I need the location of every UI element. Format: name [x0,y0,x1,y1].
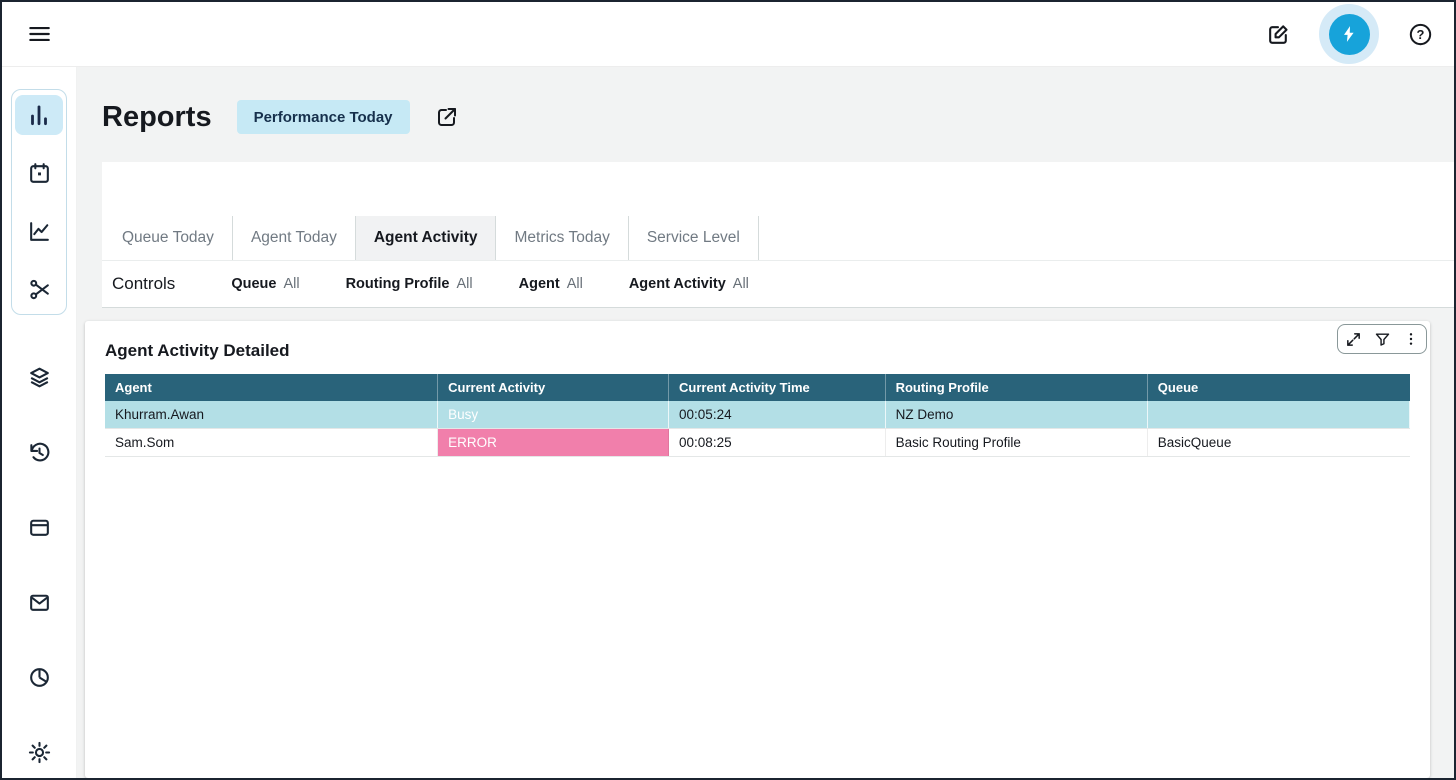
expand-icon [1345,331,1362,348]
pie-chart-icon [27,665,52,690]
sidebar [2,67,77,778]
filter-agent[interactable]: Agent All [519,276,583,292]
calendar-icon [27,161,52,186]
col-header-current-activity[interactable]: Current Activity [438,374,669,401]
mail-icon [27,590,52,615]
hamburger-icon [26,21,52,47]
report-panel: Queue Today Agent Today Agent Activity M… [102,162,1454,308]
col-header-current-activity-time[interactable]: Current Activity Time [669,374,886,401]
cell-queue: BasicQueue [1147,429,1409,457]
sidebar-item-settings[interactable] [15,732,63,772]
controls-row: Controls Queue All Routing Profile All A… [102,261,1454,308]
page-title: Reports [102,101,212,134]
filter-agent-activity[interactable]: Agent Activity All [629,276,749,292]
filter-queue-name: Queue [231,276,276,292]
filter-agent-name: Agent [519,276,560,292]
tab-metrics-today[interactable]: Metrics Today [496,216,628,260]
topbar-actions: ? [1266,4,1434,64]
line-chart-icon [27,219,52,244]
sidebar-item-dashboard[interactable] [15,507,63,547]
gear-icon [27,740,52,765]
filter-routing-profile[interactable]: Routing Profile All [346,276,473,292]
filter-routing-profile-name: Routing Profile [346,276,450,292]
sidebar-item-history[interactable] [15,432,63,472]
cell-current-activity-time: 00:08:25 [669,429,886,457]
cell-current-activity: ERROR [438,429,669,457]
sidebar-item-flows[interactable] [15,357,63,397]
bar-chart-icon [26,102,52,128]
table-header-row: Agent Current Activity Current Activity … [105,374,1410,401]
cell-agent: Khurram.Awan [105,401,438,429]
agent-activity-card: Agent Activity Detailed Agent Current Ac… [85,321,1430,778]
open-external-button[interactable] [435,105,459,129]
agent-activity-table: Agent Current Activity Current Activity … [105,374,1410,457]
funnel-icon [1374,331,1391,348]
cell-current-activity-time: 00:05:24 [669,401,886,429]
report-tabs: Queue Today Agent Today Agent Activity M… [102,216,1454,261]
hamburger-menu-button[interactable] [26,21,52,47]
sidebar-item-mail[interactable] [15,582,63,622]
filter-queue-value: All [283,276,299,292]
main-content: Reports Performance Today Queue Today Ag… [77,67,1454,778]
col-header-agent[interactable]: Agent [105,374,438,401]
sidebar-metrics-group [11,89,67,315]
history-icon [27,440,52,465]
card-toolbar [1337,324,1427,354]
svg-text:?: ? [1417,27,1425,42]
help-button[interactable]: ? [1407,21,1434,48]
filter-button[interactable] [1374,331,1391,348]
filter-queue[interactable]: Queue All [231,276,299,292]
sidebar-lower-group [15,357,63,772]
sidebar-item-analytics[interactable] [15,211,63,251]
cell-current-activity: Busy [438,401,669,429]
compose-note-icon [1266,22,1291,47]
cell-routing-profile: Basic Routing Profile [885,429,1147,457]
filter-agent-activity-name: Agent Activity [629,276,726,292]
cell-queue [1147,401,1409,429]
layers-icon [27,365,52,390]
controls-label: Controls [112,274,175,294]
tab-agent-today[interactable]: Agent Today [233,216,356,260]
expand-button[interactable] [1345,331,1362,348]
filter-agent-activity-value: All [733,276,749,292]
filter-agent-value: All [567,276,583,292]
col-header-queue[interactable]: Queue [1147,374,1409,401]
external-link-icon [435,105,459,129]
tab-service-level[interactable]: Service Level [629,216,759,260]
table-row[interactable]: Khurram.Awan Busy 00:05:24 NZ Demo [105,401,1410,429]
sidebar-item-routing[interactable] [15,269,63,309]
lightning-bolt-icon [1329,14,1370,55]
vertical-ellipsis-icon [1403,331,1419,347]
performance-today-chip[interactable]: Performance Today [237,100,410,134]
tab-queue-today[interactable]: Queue Today [104,216,233,260]
cell-routing-profile: NZ Demo [885,401,1147,429]
sidebar-item-schedule[interactable] [15,153,63,193]
window-icon [27,515,52,540]
more-options-button[interactable] [1403,331,1419,347]
compose-note-button[interactable] [1266,22,1291,47]
table-row[interactable]: Sam.Som ERROR 00:08:25 Basic Routing Pro… [105,429,1410,457]
sidebar-item-reports[interactable] [15,95,63,135]
card-title: Agent Activity Detailed [85,321,1430,374]
topbar: ? [2,2,1454,67]
col-header-routing-profile[interactable]: Routing Profile [885,374,1147,401]
page-header: Reports Performance Today [102,97,1454,137]
filter-routing-profile-value: All [456,276,472,292]
help-icon: ? [1407,21,1434,48]
tab-agent-activity[interactable]: Agent Activity [356,216,497,260]
scissors-icon [27,277,52,302]
quick-connect-button[interactable] [1319,4,1379,64]
sidebar-item-reports-pie[interactable] [15,657,63,697]
cell-agent: Sam.Som [105,429,438,457]
